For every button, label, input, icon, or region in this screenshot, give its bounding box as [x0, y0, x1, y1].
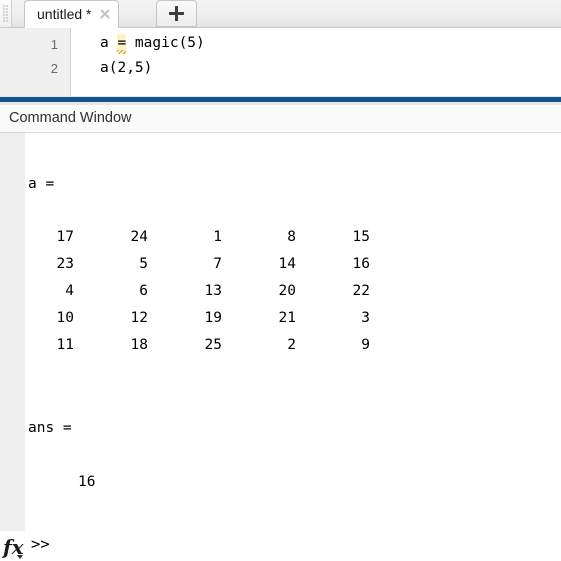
panel-drag-grip[interactable] — [0, 0, 12, 27]
matrix-cell: 6 — [139, 283, 148, 299]
matrix-cell: 7 — [213, 256, 222, 272]
matrix-cell: 15 — [352, 229, 370, 245]
code-text: magic(5) — [126, 35, 205, 51]
editor-code-area[interactable]: a = magic(5) a(2,5) — [72, 28, 561, 96]
matrix-cell: 8 — [287, 229, 296, 245]
output-ans-value: 16 — [78, 474, 96, 490]
matrix-cell: 12 — [130, 310, 148, 326]
matlab-window: untitled * 1 2 a = magic(5) a(2,5) Comma… — [0, 0, 561, 561]
command-window-titlebar[interactable]: Command Window — [0, 105, 561, 133]
matrix-cell: 2 — [287, 337, 296, 353]
line-number: 1 — [50, 37, 58, 52]
matrix-cell: 1 — [213, 229, 222, 245]
command-window-panel: Command Window a = 17 24 1 8 15 23 5 7 14 16 461… — [0, 105, 561, 561]
line-number: 2 — [50, 61, 58, 76]
code-analyzer-warning-token[interactable]: = — [117, 34, 127, 51]
matrix-row: 23 5 7 14 16 — [0, 257, 370, 272]
tab-label: untitled * — [37, 6, 92, 22]
output-ans-label: ans = — [28, 420, 72, 436]
prompt-symbol: >> — [31, 535, 50, 553]
code-line-2: a(2,5) — [100, 61, 152, 76]
tab-untitled[interactable]: untitled * — [24, 0, 120, 28]
editor-tab-strip: untitled * — [0, 0, 561, 28]
command-window-output: a = 17 24 1 8 15 23 5 7 14 16 4 6 13 20 22 10 12 19 21 3… — [0, 133, 561, 531]
editor-line-number-gutter: 1 2 — [0, 28, 71, 96]
matrix-cell: 11 — [56, 337, 74, 353]
editor-body: 1 2 a = magic(5) a(2,5) — [0, 28, 561, 96]
matrix-cell: 18 — [130, 337, 148, 353]
command-window-body[interactable]: a = 17 24 1 8 15 23 5 7 14 16 4 6 13 20 22 10 12 19 21 3… — [0, 133, 561, 561]
new-tab-button[interactable] — [156, 0, 197, 27]
matrix-cell: 5 — [139, 256, 148, 272]
matrix-cell: 19 — [204, 310, 222, 326]
matrix-row: 11 18 25 2 9 — [0, 338, 370, 353]
matrix-row: 4 6 13 20 22 — [0, 284, 370, 299]
chevron-down-icon — [17, 555, 23, 559]
command-prompt-row[interactable]: fx >> — [0, 531, 561, 561]
command-input[interactable] — [56, 536, 556, 556]
output-variable-a-label: a = — [28, 176, 55, 192]
fx-function-browser-icon[interactable]: fx — [3, 535, 26, 559]
matrix-cell: 10 — [56, 310, 74, 326]
matrix-cell: 23 — [56, 256, 74, 272]
matrix-cell: 17 — [56, 229, 74, 245]
matrix-cell: 13 — [204, 283, 222, 299]
code-line-1: a = magic(5) — [100, 34, 205, 51]
plus-icon — [169, 6, 184, 21]
code-text: a — [100, 35, 118, 51]
editor-panel: untitled * 1 2 a = magic(5) a(2,5) — [0, 0, 561, 96]
drag-grip-dots-icon — [3, 5, 8, 22]
code-text: a(2,5) — [100, 60, 153, 76]
matrix-cell: 21 — [278, 310, 296, 326]
matrix-cell: 24 — [130, 229, 148, 245]
panel-splitter[interactable] — [0, 96, 561, 105]
close-x-icon[interactable] — [98, 7, 112, 21]
matrix-cell: 14 — [278, 256, 296, 272]
matrix-cell: 3 — [361, 310, 370, 326]
matrix-cell: 22 — [352, 283, 370, 299]
command-window-title: Command Window — [9, 110, 132, 127]
matrix-cell: 20 — [278, 283, 296, 299]
matrix-cell: 25 — [204, 337, 222, 353]
matrix-cell: 4 — [65, 283, 74, 299]
matrix-cell: 16 — [352, 256, 370, 272]
matrix-cell: 9 — [361, 337, 370, 353]
matrix-row: 17 24 1 8 15 — [0, 230, 370, 245]
matrix-row: 10 12 19 21 3 — [0, 311, 370, 326]
splitter-accent-bar — [0, 97, 561, 102]
fx-glyph: fx — [3, 535, 24, 559]
